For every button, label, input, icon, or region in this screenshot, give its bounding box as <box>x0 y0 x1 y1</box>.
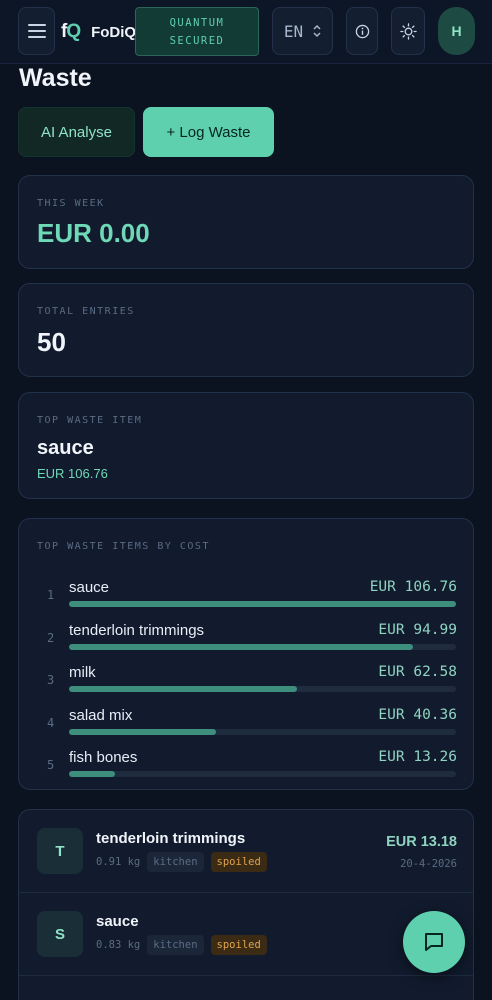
location-chip: kitchen <box>147 852 204 872</box>
ai-analyse-button[interactable]: AI Analyse <box>18 107 135 157</box>
entry-meta: 0.91 kg kitchen spoiled <box>96 852 267 872</box>
rank-number: 4 <box>47 715 55 730</box>
chevron-up-down-icon <box>313 24 321 38</box>
rank-number: 5 <box>47 758 55 772</box>
rank-bar-track <box>69 686 456 692</box>
rank-bar-fill <box>69 643 414 650</box>
language-select[interactable]: EN <box>272 7 333 55</box>
app-header: fQ FoDiQ QUANTUM SECURED EN H <box>0 0 492 64</box>
entry-date: 20-4-2026 <box>400 858 457 870</box>
entry-cost: EUR 13.18 <box>386 834 457 850</box>
rank-number: 1 <box>47 588 55 602</box>
rank-bar-track <box>69 601 456 607</box>
rank-bar-fill <box>69 728 217 735</box>
rank-item-name: salad mix <box>69 706 133 724</box>
waste-entry-row[interactable]: Ttenderloin trimmings 0.91 kg kitchen spoil… <box>19 810 473 893</box>
top-waste-item-name: sauce <box>37 437 94 459</box>
rank-item-name: sauce <box>69 579 110 596</box>
this-week-label: THIS WEEK <box>37 198 105 209</box>
ranking-row: 5 fish bones EUR 13.26 <box>19 746 475 788</box>
top-waste-item-cost: EUR 106.76 <box>37 466 108 481</box>
hamburger-icon <box>27 24 46 38</box>
ranking-title: TOP WASTE ITEMS BY COST <box>37 541 210 552</box>
entry-quantity: 0.91 kg <box>96 856 141 868</box>
info-icon <box>355 24 369 38</box>
rank-bar-fill <box>69 601 456 607</box>
sun-icon <box>399 22 417 40</box>
rank-item-name: tenderloin trimmings <box>69 621 205 639</box>
rank-item-cost: EUR 62.58 <box>378 664 457 680</box>
language-value: EN <box>283 21 304 41</box>
reason-chip: spoiled <box>210 935 267 955</box>
logo-mark: fQ <box>61 21 81 42</box>
quantum-secured-badge: QUANTUM SECURED <box>135 7 259 56</box>
top-waste-by-cost-card: TOP WASTE ITEMS BY COST 1 sauce EUR 106.76… <box>18 518 474 790</box>
menu-button[interactable] <box>18 7 55 55</box>
top-waste-item-card: TOP WASTE ITEM sauce EUR 106.76 <box>18 392 474 499</box>
top-waste-item-label: TOP WASTE ITEM <box>37 415 143 426</box>
info-button[interactable] <box>346 7 378 55</box>
entry-initial-avatar: T <box>37 828 83 874</box>
total-entries-card: TOTAL ENTRIES 50 <box>18 283 474 377</box>
entry-name: tenderloin trimmings <box>96 830 246 847</box>
logo-text: FoDiQ <box>91 23 137 41</box>
this-week-card: THIS WEEK EUR 0.00 <box>18 175 474 269</box>
rank-item-cost: EUR 106.76 <box>369 579 457 595</box>
location-chip: kitchen <box>147 935 204 955</box>
total-entries-value: 50 <box>37 327 66 357</box>
log-waste-button[interactable]: + Log Waste <box>143 107 274 157</box>
total-entries-label: TOTAL ENTRIES <box>37 306 135 317</box>
entry-initial-avatar: S <box>37 911 83 957</box>
rank-item-name: fish bones <box>69 749 138 766</box>
rank-bar-fill <box>69 771 116 777</box>
rank-item-cost: EUR 40.36 <box>378 706 457 723</box>
entry-meta: 0.83 kg kitchen spoiled <box>96 935 267 955</box>
ranking-row: 3 milk EUR 62.58 <box>19 661 475 703</box>
rank-number: 2 <box>47 630 55 645</box>
waste-entries-list: Ttenderloin trimmings 0.91 kg kitchen spoil… <box>18 809 474 1000</box>
rank-bar-track <box>69 728 456 735</box>
rank-bar-track <box>69 643 456 650</box>
chat-button[interactable] <box>403 911 465 973</box>
page-title: Waste <box>19 64 92 92</box>
ranking-row: 2 tenderloin trimmings EUR 94.99 <box>19 619 475 661</box>
rank-number: 3 <box>47 673 55 687</box>
entry-quantity: 0.83 kg <box>96 939 141 951</box>
rank-item-cost: EUR 13.26 <box>378 749 457 765</box>
this-week-value: EUR 0.00 <box>37 218 150 248</box>
user-avatar[interactable]: H <box>438 7 475 55</box>
rank-item-cost: EUR 94.99 <box>378 621 457 638</box>
rank-bar-fill <box>69 686 298 692</box>
reason-chip: spoiled <box>210 852 267 872</box>
ranking-row: 4 salad mix EUR 40.36 <box>19 704 475 746</box>
chat-icon <box>425 933 443 951</box>
theme-toggle-button[interactable] <box>391 7 425 55</box>
ranking-row: 1 sauce EUR 106.76 <box>19 576 475 618</box>
rank-bar-track <box>69 771 456 777</box>
rank-item-name: milk <box>69 664 96 681</box>
entry-name: sauce <box>96 913 139 930</box>
